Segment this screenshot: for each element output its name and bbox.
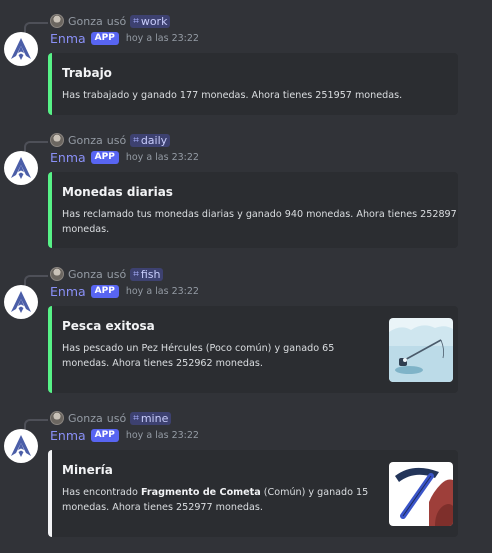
embed-description: Has reclamado tus monedas diarias y gana… bbox=[62, 207, 457, 237]
reply-context[interactable]: Gonza usó ⌗ fish bbox=[50, 266, 164, 282]
embed-description-line: Has trabajado y ganado 177 monedas. Ahor… bbox=[62, 90, 403, 101]
reply-username[interactable]: Gonza bbox=[68, 15, 103, 28]
reply-verb: usó bbox=[106, 267, 127, 281]
bot-logo-icon bbox=[11, 38, 31, 60]
app-badge: APP bbox=[90, 284, 119, 298]
message-header: Enma APP hoy a las 23:22 bbox=[50, 149, 199, 165]
reply-username[interactable]: Gonza bbox=[68, 268, 103, 281]
item-name: Fragmento de Cometa bbox=[140, 487, 261, 498]
description-text: Has encontrado bbox=[62, 487, 141, 498]
embed-thumbnail[interactable] bbox=[389, 318, 453, 382]
reply-username[interactable]: Gonza bbox=[68, 134, 103, 147]
bot-avatar[interactable] bbox=[4, 285, 38, 319]
user-avatar[interactable] bbox=[50, 267, 64, 281]
bot-logo-icon bbox=[11, 291, 31, 313]
timestamp[interactable]: hoy a las 23:22 bbox=[126, 33, 199, 44]
embed-title: Pesca exitosa bbox=[62, 319, 155, 333]
reply-context[interactable]: Gonza usó ⌗ work bbox=[50, 13, 171, 29]
app-badge: APP bbox=[90, 428, 119, 442]
bot-logo-icon bbox=[11, 157, 31, 179]
user-avatar[interactable] bbox=[50, 133, 64, 147]
description-text: (Común) y ganado 15 bbox=[260, 487, 369, 498]
timestamp[interactable]: hoy a las 23:22 bbox=[126, 430, 199, 441]
reply-context[interactable]: Gonza usó ⌗ mine bbox=[50, 410, 172, 426]
embed-description-line: Has pescado un Pez Hércules (Poco común)… bbox=[62, 343, 335, 354]
bot-avatar[interactable] bbox=[4, 32, 38, 66]
bot-name[interactable]: Enma bbox=[50, 31, 86, 46]
embed-title: Trabajo bbox=[62, 66, 112, 80]
message-header: Enma APP hoy a las 23:22 bbox=[50, 283, 199, 299]
embed-description: Has trabajado y ganado 177 monedas. Ahor… bbox=[62, 88, 402, 103]
timestamp[interactable]: hoy a las 23:22 bbox=[126, 152, 199, 163]
command-chip[interactable]: ⌗ daily bbox=[130, 133, 171, 147]
embed-description-line: monedas. Ahora tienes 252977 monedas. bbox=[62, 502, 263, 513]
app-badge: APP bbox=[90, 150, 119, 164]
user-avatar[interactable] bbox=[50, 14, 64, 28]
bot-name[interactable]: Enma bbox=[50, 428, 86, 443]
command-chip[interactable]: ⌗ work bbox=[130, 14, 171, 28]
slash-command-icon: ⌗ bbox=[133, 134, 139, 146]
command-chip[interactable]: ⌗ mine bbox=[130, 411, 172, 425]
reply-verb: usó bbox=[106, 14, 127, 28]
bot-name[interactable]: Enma bbox=[50, 284, 86, 299]
slash-command-icon: ⌗ bbox=[133, 268, 139, 280]
slash-command-icon: ⌗ bbox=[133, 412, 139, 424]
embed-description-line: Has reclamado tus monedas diarias y gana… bbox=[62, 209, 457, 220]
embed-description: Has pescado un Pez Hércules (Poco común)… bbox=[62, 341, 334, 371]
bot-name[interactable]: Enma bbox=[50, 150, 86, 165]
reply-username[interactable]: Gonza bbox=[68, 412, 103, 425]
embed-card: Minería Has encontrado Fragmento de Come… bbox=[48, 450, 458, 537]
embed-description-line: monedas. Ahora tienes 252962 monedas. bbox=[62, 358, 263, 369]
command-name: mine bbox=[140, 411, 169, 425]
reply-context[interactable]: Gonza usó ⌗ daily bbox=[50, 132, 171, 148]
command-name: fish bbox=[140, 267, 161, 281]
bot-avatar[interactable] bbox=[4, 429, 38, 463]
embed-description: Has encontrado Fragmento de Cometa (Comú… bbox=[62, 485, 368, 515]
ice-fishing-icon bbox=[389, 318, 453, 382]
embed-description-line: monedas. bbox=[62, 224, 110, 235]
message-header: Enma APP hoy a las 23:22 bbox=[50, 30, 199, 46]
command-name: work bbox=[140, 14, 168, 28]
embed-title: Minería bbox=[62, 463, 113, 477]
reply-verb: usó bbox=[106, 133, 127, 147]
slash-command-icon: ⌗ bbox=[133, 15, 139, 27]
message-header: Enma APP hoy a las 23:22 bbox=[50, 427, 199, 443]
embed-title: Monedas diarias bbox=[62, 185, 173, 199]
command-chip[interactable]: ⌗ fish bbox=[130, 267, 164, 281]
embed-card: Monedas diarias Has reclamado tus moneda… bbox=[48, 172, 458, 248]
embed-card: Trabajo Has trabajado y ganado 177 moned… bbox=[48, 53, 458, 115]
user-avatar[interactable] bbox=[50, 411, 64, 425]
timestamp[interactable]: hoy a las 23:22 bbox=[126, 286, 199, 297]
pickaxe-icon bbox=[389, 462, 453, 526]
bot-avatar[interactable] bbox=[4, 151, 38, 185]
embed-thumbnail[interactable] bbox=[389, 462, 453, 526]
command-name: daily bbox=[140, 133, 168, 147]
embed-description-line: Has encontrado Fragmento de Cometa (Comú… bbox=[62, 485, 368, 500]
bot-logo-icon bbox=[11, 435, 31, 457]
reply-verb: usó bbox=[106, 411, 127, 425]
app-badge: APP bbox=[90, 31, 119, 45]
embed-card: Pesca exitosa Has pescado un Pez Hércule… bbox=[48, 306, 458, 393]
